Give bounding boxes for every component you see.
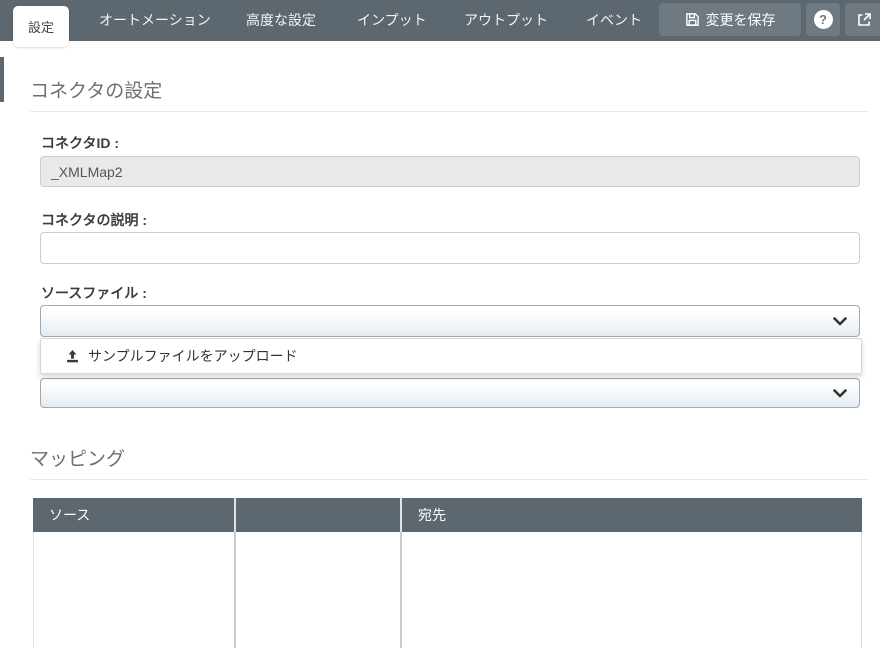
connector-id-label: コネクタID :: [41, 135, 119, 151]
source-file-select[interactable]: [40, 305, 860, 337]
mapping-table-header: ソース 宛先: [33, 498, 862, 532]
connector-settings-title: コネクタの設定: [30, 81, 163, 102]
open-external-button[interactable]: [845, 3, 880, 36]
column-divider: [234, 532, 236, 648]
save-changes-label: 変更を保存: [705, 11, 776, 28]
tab-advanced[interactable]: 高度な設定: [246, 0, 316, 41]
source-file-dropdown-menu: サンプルファイルをアップロード: [40, 338, 862, 374]
save-icon: [685, 12, 700, 27]
tab-automation[interactable]: オートメーション: [99, 0, 211, 41]
top-tab-bar: 設定 オートメーション 高度な設定 インプット アウトプット イベント 変更を保…: [0, 0, 880, 47]
column-divider: [400, 532, 402, 648]
question-circle-icon: ?: [813, 10, 833, 29]
connector-description-label: コネクタの説明 :: [41, 212, 147, 228]
help-button[interactable]: ?: [806, 3, 840, 36]
column-header-middle: [236, 498, 400, 532]
tab-events[interactable]: イベント: [586, 0, 642, 41]
tab-settings[interactable]: 設定: [13, 6, 69, 47]
upload-sample-file-option[interactable]: サンプルファイルをアップロード: [88, 346, 298, 366]
connector-description-field[interactable]: [40, 232, 860, 264]
upload-icon: [65, 349, 80, 364]
connector-id-field: [40, 156, 860, 187]
mapping-table-body: [33, 532, 862, 648]
column-header-source: ソース: [33, 498, 234, 532]
tab-settings-label: 設定: [27, 20, 54, 35]
chevron-down-icon: [833, 316, 847, 326]
mapping-title: マッピング: [30, 449, 126, 470]
destination-file-select[interactable]: [40, 378, 860, 408]
column-header-destination: 宛先: [402, 498, 862, 532]
divider: [30, 479, 868, 480]
divider: [30, 111, 868, 112]
chevron-down-icon: [833, 388, 847, 398]
save-changes-button[interactable]: 変更を保存: [659, 3, 801, 36]
side-panel-edge: [0, 57, 4, 102]
external-link-icon: [856, 12, 872, 28]
tab-output[interactable]: アウトプット: [464, 0, 548, 41]
mapping-table: ソース 宛先: [33, 498, 862, 648]
source-file-label: ソースファイル :: [41, 285, 147, 301]
tab-input[interactable]: インプット: [357, 0, 427, 41]
connector-settings-page: 設定 オートメーション 高度な設定 インプット アウトプット イベント 変更を保…: [0, 0, 880, 648]
